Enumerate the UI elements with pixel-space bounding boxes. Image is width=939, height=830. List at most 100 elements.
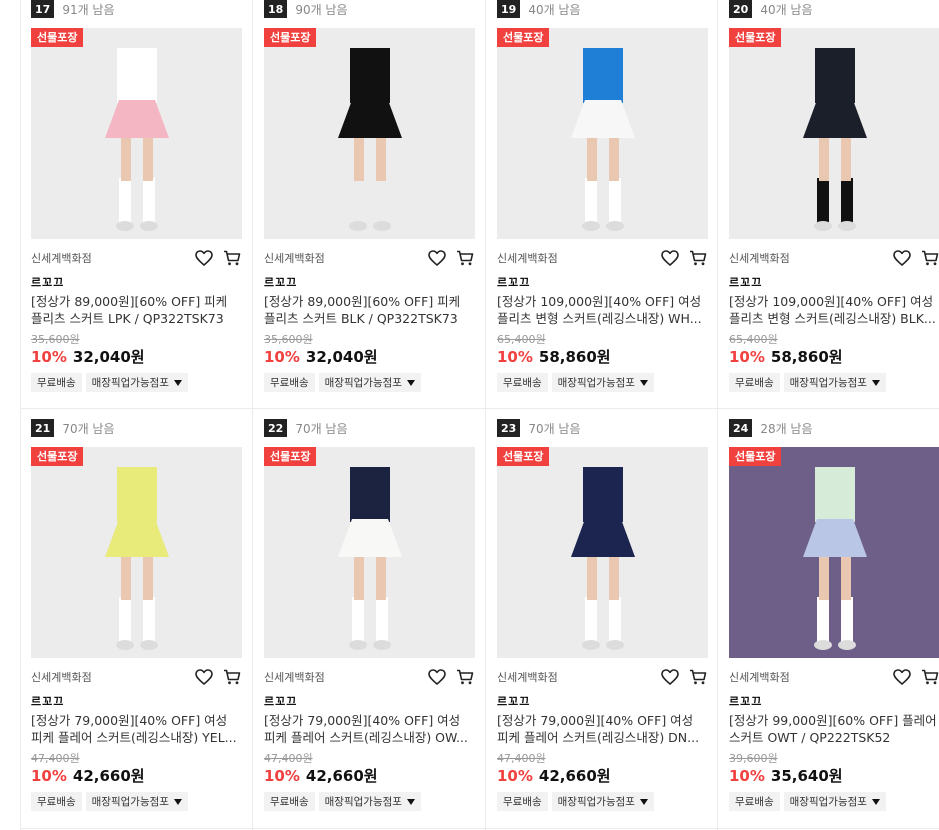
rank-badge: 20 — [729, 0, 753, 18]
product-name[interactable]: [정상가 79,000원][40% OFF] 여성 피케 플레어 스커트(레깅스… — [497, 712, 708, 746]
gift-wrap-badge: 선물포장 — [264, 28, 317, 47]
heart-icon[interactable] — [194, 667, 214, 687]
product-photo — [264, 447, 475, 658]
free-shipping-tag: 무료배송 — [264, 373, 315, 392]
cart-icon[interactable] — [455, 248, 475, 268]
tags: 무료배송 매장픽업가능점포 — [497, 373, 658, 392]
brand-name[interactable]: 르꼬끄 — [31, 274, 64, 290]
stock-remaining: 70개 남음 — [62, 421, 115, 436]
stock-remaining: 70개 남음 — [295, 421, 348, 436]
rank-row: 18 90개 남음 — [264, 0, 348, 18]
product-name[interactable]: [정상가 89,000원][60% OFF] 피케 플리츠 스커트 BLK / … — [264, 293, 475, 327]
product-image[interactable]: 선물포장 — [31, 28, 242, 239]
product-image[interactable]: 선물포장 — [729, 28, 939, 239]
tags: 무료배송 매장픽업가능점포 — [264, 792, 425, 811]
brand-name[interactable]: 르꼬끄 — [729, 274, 762, 290]
gift-wrap-badge: 선물포장 — [497, 28, 550, 47]
caret-down-icon — [871, 798, 880, 805]
heart-icon[interactable] — [660, 667, 680, 687]
store-name: 신세계백화점 — [729, 252, 790, 265]
product-card[interactable]: 23 70개 남음 선물포장 신세계백화점 르꼬끄 [정상가 79,000원][… — [486, 419, 718, 830]
rank-row: 19 40개 남음 — [497, 0, 581, 18]
store-pickup-dropdown[interactable]: 매장픽업가능점포 — [85, 373, 188, 392]
product-name[interactable]: [정상가 79,000원][40% OFF] 여성 피케 플레어 스커트(레깅스… — [264, 712, 475, 746]
cart-icon[interactable] — [222, 667, 242, 687]
cart-icon[interactable] — [688, 667, 708, 687]
product-image[interactable]: 선물포장 — [264, 28, 475, 239]
store-pickup-label: 매장픽업가능점포 — [91, 796, 169, 808]
product-card[interactable]: 17 91개 남음 선물포장 신세계백화점 르꼬끄 [정상가 89,000원][… — [20, 0, 252, 419]
original-price: 65,400원 — [729, 333, 778, 346]
cart-icon[interactable] — [222, 248, 242, 268]
price-row: 10% 58,860원 — [497, 346, 611, 367]
heart-icon[interactable] — [892, 248, 912, 268]
product-image[interactable]: 선물포장 — [729, 447, 939, 658]
price-row: 10% 35,640원 — [729, 765, 843, 786]
tags: 무료배송 매장픽업가능점포 — [729, 373, 890, 392]
brand-name[interactable]: 르꼬끄 — [264, 274, 297, 290]
product-card[interactable]: 22 70개 남음 선물포장 신세계백화점 르꼬끄 [정상가 79,000원][… — [253, 419, 485, 830]
product-name[interactable]: [정상가 109,000원][40% OFF] 여성 플리츠 변형 스커트(레깅… — [729, 293, 939, 327]
product-card[interactable]: 18 90개 남음 선물포장 신세계백화점 르꼬끄 [정상가 89,000원][… — [253, 0, 485, 419]
rank-row: 24 28개 남음 — [729, 419, 813, 437]
free-shipping-tag: 무료배송 — [497, 373, 548, 392]
price-row: 10% 58,860원 — [729, 346, 843, 367]
sale-price: 32,040원 — [72, 348, 145, 366]
product-card[interactable]: 19 40개 남음 선물포장 신세계백화점 르꼬끄 [정상가 109,000원]… — [486, 0, 718, 419]
store-pickup-dropdown[interactable]: 매장픽업가능점포 — [85, 792, 188, 811]
tags: 무료배송 매장픽업가능점포 — [264, 373, 425, 392]
caret-down-icon — [406, 379, 415, 386]
product-card[interactable]: 21 70개 남음 선물포장 신세계백화점 르꼬끄 [정상가 79,000원][… — [20, 419, 252, 830]
price-row: 10% 42,660원 — [497, 765, 611, 786]
stock-remaining: 40개 남음 — [760, 2, 813, 17]
store-pickup-label: 매장픽업가능점포 — [324, 796, 402, 808]
gift-wrap-badge: 선물포장 — [729, 447, 782, 466]
product-name[interactable]: [정상가 109,000원][40% OFF] 여성 플리츠 변형 스커트(레깅… — [497, 293, 708, 327]
store-name: 신세계백화점 — [497, 252, 558, 265]
product-card[interactable]: 20 40개 남음 선물포장 신세계백화점 르꼬끄 [정상가 109,000원]… — [718, 0, 939, 419]
store-name: 신세계백화점 — [497, 671, 558, 684]
brand-name[interactable]: 르꼬끄 — [497, 693, 530, 709]
heart-icon[interactable] — [194, 248, 214, 268]
caret-down-icon — [639, 379, 648, 386]
sale-price: 35,640원 — [770, 767, 843, 785]
heart-icon[interactable] — [427, 667, 447, 687]
product-image[interactable]: 선물포장 — [497, 28, 708, 239]
product-name[interactable]: [정상가 79,000원][40% OFF] 여성 피케 플레어 스커트(레깅스… — [31, 712, 242, 746]
original-price: 39,600원 — [729, 752, 778, 765]
heart-icon[interactable] — [427, 248, 447, 268]
store-pickup-dropdown[interactable]: 매장픽업가능점포 — [318, 792, 421, 811]
discount-rate: 10% — [497, 348, 533, 366]
brand-name[interactable]: 르꼬끄 — [31, 693, 64, 709]
product-grid: 17 91개 남음 선물포장 신세계백화점 르꼬끄 [정상가 89,000원][… — [0, 0, 939, 830]
store-pickup-dropdown[interactable]: 매장픽업가능점포 — [318, 373, 421, 392]
heart-icon[interactable] — [660, 248, 680, 268]
store-pickup-dropdown[interactable]: 매장픽업가능점포 — [783, 792, 886, 811]
product-name[interactable]: [정상가 89,000원][60% OFF] 피케 플리츠 스커트 LPK / … — [31, 293, 242, 327]
store-pickup-dropdown[interactable]: 매장픽업가능점포 — [551, 792, 654, 811]
sale-price: 42,660원 — [305, 767, 378, 785]
original-price: 47,400원 — [31, 752, 80, 765]
discount-rate: 10% — [31, 767, 67, 785]
cart-icon[interactable] — [688, 248, 708, 268]
free-shipping-tag: 무료배송 — [264, 792, 315, 811]
brand-name[interactable]: 르꼬끄 — [729, 693, 762, 709]
product-image[interactable]: 선물포장 — [264, 447, 475, 658]
store-pickup-dropdown[interactable]: 매장픽업가능점포 — [551, 373, 654, 392]
product-image[interactable]: 선물포장 — [31, 447, 242, 658]
product-image[interactable]: 선물포장 — [497, 447, 708, 658]
free-shipping-tag: 무료배송 — [497, 792, 548, 811]
caret-down-icon — [406, 798, 415, 805]
price-row: 10% 32,040원 — [31, 346, 145, 367]
caret-down-icon — [639, 798, 648, 805]
cart-icon[interactable] — [455, 667, 475, 687]
product-name[interactable]: [정상가 99,000원][60% OFF] 플레어 스커트 OWT / QP2… — [729, 712, 939, 746]
cart-icon[interactable] — [920, 667, 939, 687]
product-card[interactable]: 24 28개 남음 선물포장 신세계백화점 르꼬끄 [정상가 99,000원][… — [718, 419, 939, 830]
brand-name[interactable]: 르꼬끄 — [264, 693, 297, 709]
heart-icon[interactable] — [892, 667, 912, 687]
store-pickup-dropdown[interactable]: 매장픽업가능점포 — [783, 373, 886, 392]
original-price: 35,600원 — [264, 333, 313, 346]
cart-icon[interactable] — [920, 248, 939, 268]
brand-name[interactable]: 르꼬끄 — [497, 274, 530, 290]
